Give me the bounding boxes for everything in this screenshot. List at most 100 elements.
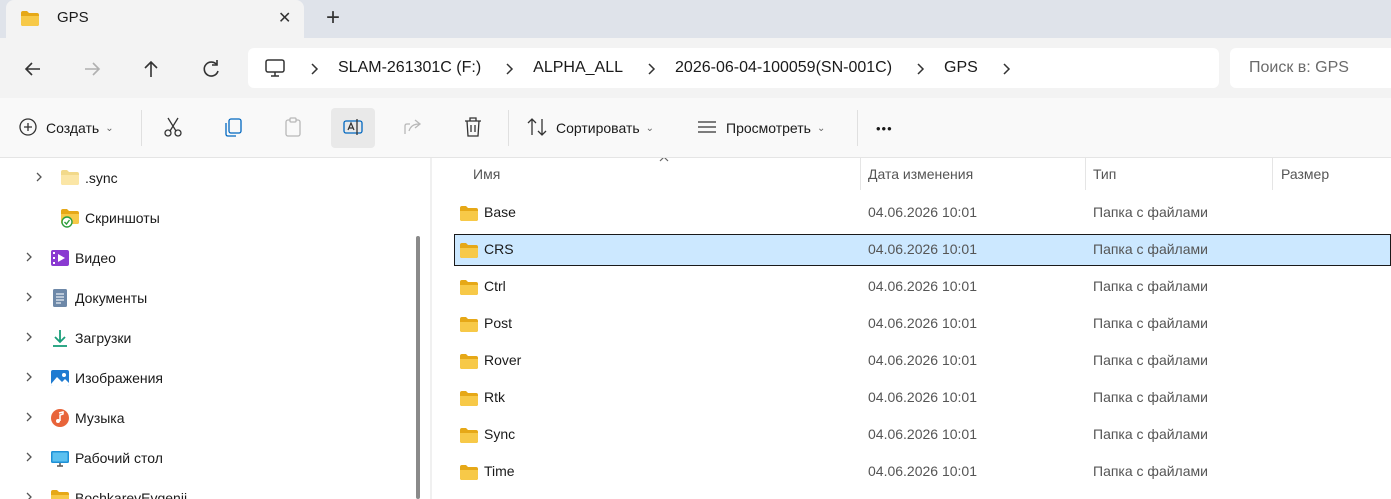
up-arrow-icon[interactable] <box>136 54 166 84</box>
view-button[interactable]: Просмотреть ⌄ <box>696 108 825 148</box>
navigation-pane: .sync Скриншоты Видео Документы Загрузки <box>0 158 432 499</box>
nav-item-label: Скриншоты <box>85 210 160 226</box>
file-row-sync[interactable]: Sync 04.06.2026 10:01 Папка с файлами <box>454 419 1391 451</box>
folder-icon <box>459 427 479 447</box>
file-row-base[interactable]: Base 04.06.2026 10:01 Папка с файлами <box>454 197 1391 229</box>
nav-item-downloads[interactable]: Загрузки <box>0 318 410 358</box>
forward-arrow-icon[interactable] <box>77 54 107 84</box>
column-header-label: Дата изменения <box>868 166 974 182</box>
music-icon <box>50 408 70 428</box>
view-label: Просмотреть <box>726 120 811 136</box>
nav-item-label: Музыка <box>75 410 125 426</box>
chevron-right-icon[interactable] <box>645 62 657 75</box>
chevron-right-icon[interactable] <box>34 171 44 186</box>
toolbar-divider <box>508 110 509 146</box>
column-separator[interactable] <box>860 158 861 190</box>
file-type: Папка с файлами <box>1093 278 1208 294</box>
folder-icon <box>459 464 479 484</box>
new-tab-button[interactable]: + <box>326 4 340 32</box>
clipboard-icon <box>282 116 304 141</box>
file-row-post[interactable]: Post 04.06.2026 10:01 Папка с файлами <box>454 308 1391 340</box>
cut-button[interactable] <box>162 108 184 148</box>
column-header-name[interactable]: Имя <box>473 158 860 190</box>
file-name: Post <box>484 315 513 331</box>
column-header-label: Размер <box>1281 166 1330 182</box>
create-button[interactable]: Создать ⌄ <box>18 108 114 148</box>
paste-button[interactable] <box>282 108 304 148</box>
nav-item-label: .sync <box>85 170 118 186</box>
chevron-right-icon[interactable] <box>24 251 34 266</box>
chevron-right-icon[interactable] <box>24 331 34 346</box>
folder-icon <box>459 242 479 262</box>
file-row-rover[interactable]: Rover 04.06.2026 10:01 Папка с файлами <box>454 345 1391 377</box>
file-name: Sync <box>484 426 516 442</box>
tab-title: GPS <box>57 9 89 26</box>
column-header-date[interactable]: Дата изменения <box>868 158 1085 190</box>
file-date: 04.06.2026 10:01 <box>868 389 977 405</box>
share-button[interactable] <box>402 108 424 148</box>
breadcrumb-drive[interactable]: SLAM-261301C (F:) <box>338 59 481 77</box>
synced-folder-icon <box>60 208 80 228</box>
nav-item-sync[interactable]: .sync <box>0 158 410 198</box>
chevron-right-icon[interactable] <box>24 451 34 466</box>
chevron-down-icon: ⌄ <box>816 122 826 134</box>
file-row-ctrl[interactable]: Ctrl 04.06.2026 10:01 Папка с файлами <box>454 271 1391 303</box>
copy-button[interactable] <box>222 108 244 148</box>
rename-button[interactable] <box>331 108 375 148</box>
chevron-right-icon[interactable] <box>24 371 34 386</box>
chevron-right-icon[interactable] <box>308 62 320 75</box>
folder-icon <box>50 489 70 499</box>
column-header-label: Имя <box>473 166 501 182</box>
nav-item-music[interactable]: Музыка <box>0 398 410 438</box>
file-date: 04.06.2026 10:01 <box>868 463 977 479</box>
nav-item-desktop[interactable]: Рабочий стол <box>0 438 410 478</box>
file-name: Base <box>484 204 516 220</box>
breadcrumb-session[interactable]: 2026-06-04-100059(SN-001C) <box>675 59 892 77</box>
nav-item-user-folder[interactable]: BochkarevEvgenii <box>0 478 410 499</box>
breadcrumb-alpha-all[interactable]: ALPHA_ALL <box>533 59 623 77</box>
desktop-icon <box>50 448 70 468</box>
trash-icon <box>462 116 484 141</box>
file-date: 04.06.2026 10:01 <box>868 241 977 257</box>
file-type: Папка с файлами <box>1093 352 1208 368</box>
search-input[interactable] <box>1230 48 1380 88</box>
column-separator[interactable] <box>1272 158 1273 190</box>
refresh-icon[interactable] <box>196 54 226 84</box>
chevron-right-icon[interactable] <box>1000 62 1012 75</box>
nav-scrollbar[interactable] <box>416 236 420 499</box>
chevron-right-icon[interactable] <box>24 291 34 306</box>
chevron-right-icon[interactable] <box>503 62 515 75</box>
file-name: Time <box>484 463 515 479</box>
nav-item-videos[interactable]: Видео <box>0 238 410 278</box>
file-row-rtk[interactable]: Rtk 04.06.2026 10:01 Папка с файлами <box>454 382 1391 414</box>
back-arrow-icon[interactable] <box>18 54 48 84</box>
more-options-button[interactable]: ••• <box>876 108 893 148</box>
column-separator[interactable] <box>1085 158 1086 190</box>
chevron-right-icon[interactable] <box>24 411 34 426</box>
breadcrumb-gps[interactable]: GPS <box>944 59 978 77</box>
tab-gps[interactable]: GPS ✕ <box>6 0 304 38</box>
toolbar-divider <box>141 110 142 146</box>
file-date: 04.06.2026 10:01 <box>868 426 977 442</box>
chevron-right-icon[interactable] <box>914 62 926 75</box>
file-name: Rover <box>484 352 522 368</box>
file-row-time[interactable]: Time 04.06.2026 10:01 Папка с файлами <box>454 456 1391 488</box>
folder-icon <box>60 169 80 189</box>
address-bar[interactable]: SLAM-261301C (F:) ALPHA_ALL 2026-06-04-1… <box>248 48 1219 88</box>
nav-item-documents[interactable]: Документы <box>0 278 410 318</box>
chevron-right-icon[interactable] <box>24 491 34 499</box>
file-type: Папка с файлами <box>1093 426 1208 442</box>
file-row-crs[interactable]: CRS 04.06.2026 10:01 Папка с файлами <box>454 234 1391 266</box>
file-type: Папка с файлами <box>1093 241 1208 257</box>
column-header-size[interactable]: Размер <box>1281 158 1391 190</box>
nav-item-label: Рабочий стол <box>75 450 163 466</box>
address-row: SLAM-261301C (F:) ALPHA_ALL 2026-06-04-1… <box>0 38 1391 98</box>
close-icon[interactable]: ✕ <box>278 8 291 28</box>
delete-button[interactable] <box>462 108 484 148</box>
computer-icon[interactable] <box>264 57 286 82</box>
search-box[interactable] <box>1230 48 1391 88</box>
nav-item-screenshots[interactable]: Скриншоты <box>0 198 410 238</box>
column-header-type[interactable]: Тип <box>1093 158 1272 190</box>
nav-item-pictures[interactable]: Изображения <box>0 358 410 398</box>
sort-button[interactable]: Сортировать ⌄ <box>526 108 654 148</box>
